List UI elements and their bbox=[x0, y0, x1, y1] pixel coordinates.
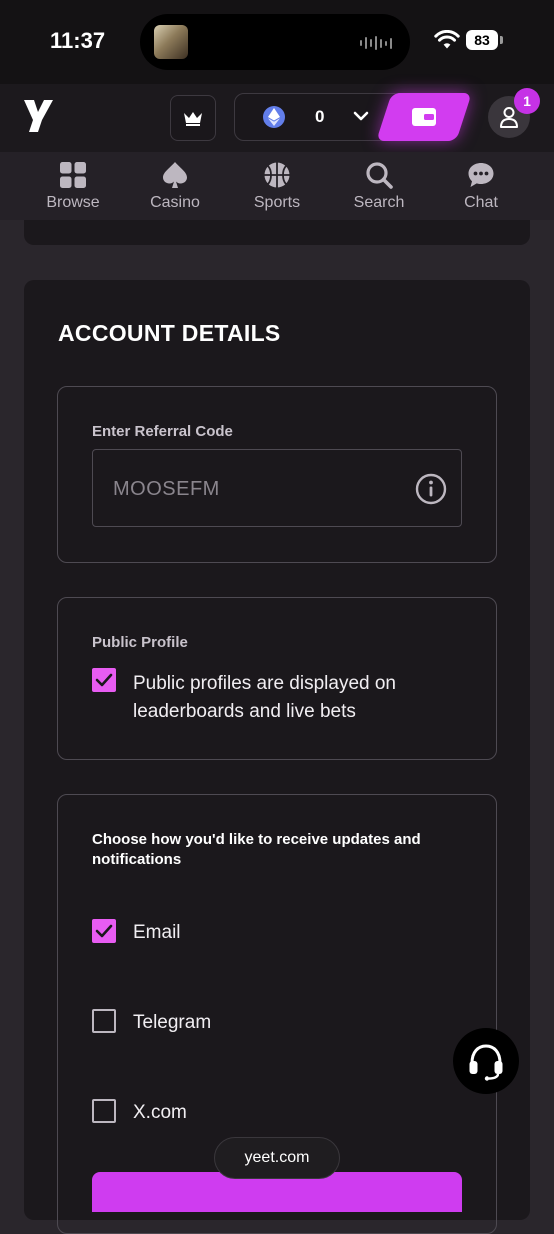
nav-label-chat: Chat bbox=[464, 194, 498, 211]
telegram-option-label: Telegram bbox=[133, 1012, 212, 1033]
referral-section: Enter Referral Code bbox=[57, 386, 497, 563]
crown-icon bbox=[184, 112, 202, 126]
chevron-down-icon bbox=[353, 111, 369, 121]
app-header: 0 1 bbox=[0, 84, 554, 152]
wallet-button[interactable] bbox=[376, 93, 472, 141]
battery-level: 83 bbox=[466, 30, 498, 50]
referral-input-wrapper bbox=[92, 449, 462, 528]
nav-item-browse[interactable]: Browse bbox=[22, 152, 124, 220]
email-checkbox[interactable] bbox=[92, 919, 116, 943]
status-bar: 11:37 83 bbox=[0, 0, 554, 84]
grid-icon bbox=[60, 162, 86, 188]
nav-item-search[interactable]: Search bbox=[328, 152, 430, 220]
spade-icon bbox=[163, 162, 187, 188]
nav-item-sports[interactable]: Sports bbox=[226, 152, 328, 220]
support-chat-button[interactable] bbox=[453, 1028, 519, 1094]
notification-badge: 1 bbox=[514, 88, 540, 114]
referral-label: Enter Referral Code bbox=[92, 423, 233, 440]
audio-waveform-icon bbox=[360, 36, 392, 50]
notifications-label-line1: Choose how you'd like to receive updates… bbox=[92, 831, 421, 848]
nav-item-casino[interactable]: Casino bbox=[124, 152, 226, 220]
yeet-logo-icon[interactable] bbox=[22, 98, 54, 134]
notifications-label: Choose how you'd like to receive updates… bbox=[92, 830, 421, 870]
main-nav: Browse Casino Sports Search Chat bbox=[0, 152, 554, 220]
headset-icon bbox=[469, 1044, 503, 1081]
email-option-label: Email bbox=[133, 922, 181, 943]
dynamic-island bbox=[140, 14, 410, 70]
wallet-icon bbox=[412, 108, 436, 126]
previous-card bbox=[24, 220, 530, 245]
notifications-label-line2: notifications bbox=[92, 851, 182, 868]
now-playing-artwork bbox=[154, 25, 188, 59]
public-profile-label: Public Profile bbox=[92, 634, 188, 651]
public-profile-text-line1: Public profiles are displayed on bbox=[133, 673, 396, 694]
vip-button[interactable] bbox=[170, 95, 216, 141]
nav-item-chat[interactable]: Chat bbox=[430, 152, 532, 220]
wifi-icon bbox=[434, 30, 460, 49]
chat-bubble-icon bbox=[468, 163, 494, 187]
info-icon[interactable] bbox=[415, 473, 447, 505]
x-com-option-label: X.com bbox=[133, 1102, 187, 1123]
nav-label-search: Search bbox=[353, 194, 405, 211]
nav-label-casino: Casino bbox=[150, 194, 200, 211]
checkmark-icon bbox=[95, 673, 113, 687]
public-profile-text-line2: leaderboards and live bets bbox=[133, 701, 356, 722]
battery-tip bbox=[500, 36, 503, 44]
public-profile-checkbox[interactable] bbox=[92, 668, 116, 692]
basketball-icon bbox=[264, 162, 290, 188]
public-profile-description: Public profiles are displayed on leaderb… bbox=[133, 670, 396, 726]
browser-url-pill[interactable]: yeet.com bbox=[214, 1137, 340, 1179]
balance-amount: 0 bbox=[315, 107, 325, 126]
x-com-checkbox[interactable] bbox=[92, 1099, 116, 1123]
account-details-title: ACCOUNT DETAILS bbox=[58, 320, 281, 346]
nav-label-sports: Sports bbox=[253, 194, 301, 211]
telegram-checkbox[interactable] bbox=[92, 1009, 116, 1033]
public-profile-section: Public Profile Public profiles are displ… bbox=[57, 597, 497, 760]
nav-label-browse: Browse bbox=[46, 194, 100, 211]
checkmark-icon bbox=[95, 924, 113, 938]
referral-code-input[interactable] bbox=[111, 450, 405, 528]
search-icon bbox=[366, 162, 393, 189]
ethereum-icon bbox=[263, 106, 285, 128]
status-time: 11:37 bbox=[50, 28, 106, 53]
